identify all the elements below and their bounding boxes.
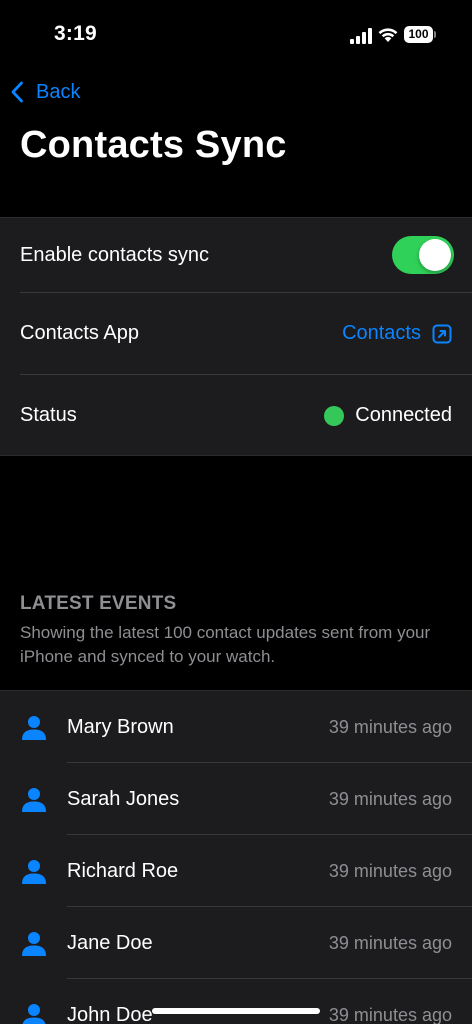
event-time: 39 minutes ago xyxy=(328,861,452,881)
event-time: 39 minutes ago xyxy=(328,717,452,737)
signal-icon xyxy=(350,28,372,44)
status-label: Status xyxy=(20,404,77,426)
page-title: Contacts Sync xyxy=(20,124,287,166)
status-indicator xyxy=(324,405,345,426)
battery-level: 100 xyxy=(404,26,433,43)
contacts-link-label: Contacts xyxy=(342,322,421,344)
event-row[interactable]: Sarah Jones 39 minutes ago xyxy=(0,763,472,835)
person-icon xyxy=(22,860,46,884)
event-row[interactable]: Jane Doe 39 minutes ago xyxy=(0,907,472,979)
section-header: LATEST EVENTS xyxy=(20,593,177,614)
event-time: 39 minutes ago xyxy=(328,789,452,809)
enable-sync-row: Enable contacts sync xyxy=(0,218,472,292)
wifi-icon xyxy=(378,28,398,42)
contacts-app-label: Contacts App xyxy=(20,322,139,344)
person-icon xyxy=(22,788,46,812)
contacts-app-row: Contacts App Contacts xyxy=(0,293,472,374)
enable-sync-label: Enable contacts sync xyxy=(20,243,209,266)
battery-icon: 100 xyxy=(404,26,436,43)
status-bar: 3:19 100 xyxy=(0,0,472,70)
event-row[interactable]: Richard Roe 39 minutes ago xyxy=(0,835,472,907)
person-icon xyxy=(22,716,46,740)
event-name: Jane Doe xyxy=(67,932,153,954)
toggle-knob xyxy=(419,239,451,271)
back-label: Back xyxy=(36,80,81,103)
events-list: Mary Brown 39 minutes ago Sarah Jones 39… xyxy=(0,690,472,1024)
settings-group: Enable contacts sync Contacts App Contac… xyxy=(0,217,472,456)
event-name: John Doe xyxy=(67,1004,153,1024)
status-time: 3:19 xyxy=(54,22,97,45)
home-indicator[interactable] xyxy=(152,1008,320,1014)
event-row[interactable]: Mary Brown 39 minutes ago xyxy=(0,691,472,763)
person-icon xyxy=(22,1004,46,1024)
event-name: Richard Roe xyxy=(67,860,179,882)
contacts-link[interactable]: Contacts xyxy=(342,322,452,345)
status-value: Connected xyxy=(324,404,452,427)
event-name: Sarah Jones xyxy=(67,788,180,810)
event-time: 39 minutes ago xyxy=(328,1005,452,1024)
enable-sync-toggle[interactable] xyxy=(392,236,454,274)
back-button[interactable]: Back xyxy=(10,76,80,108)
section-description: Showing the latest 100 contact updates s… xyxy=(20,623,431,666)
event-name: Mary Brown xyxy=(67,716,174,738)
person-icon xyxy=(22,932,46,956)
external-link-icon xyxy=(432,324,452,343)
chevron-left-icon xyxy=(11,81,23,103)
event-time: 39 minutes ago xyxy=(328,933,452,953)
battery-cap xyxy=(434,31,436,38)
status-row: Status Connected xyxy=(0,375,472,456)
contacts-sync-screen: 3:19 100 Back Contacts Sync Enable conta… xyxy=(0,0,472,1024)
status-text: Connected xyxy=(355,404,452,426)
event-row[interactable]: John Doe 39 minutes ago xyxy=(0,979,472,1024)
